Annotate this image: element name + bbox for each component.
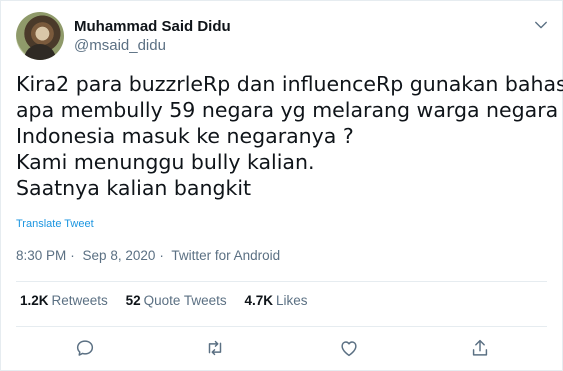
meta-separator: ·: [70, 248, 75, 263]
author-handle[interactable]: @msaid_didu: [74, 37, 166, 54]
quote-tweets-stat[interactable]: 52 Quote Tweets: [126, 293, 227, 308]
retweets-stat[interactable]: 1.2K Retweets: [20, 293, 108, 308]
likes-stat[interactable]: 4.7K Likes: [244, 293, 307, 308]
tweet-line: Kira2 para buzzrleRp dan influenceRp gun…: [16, 72, 563, 96]
action-bar: [1, 337, 563, 361]
meta-separator: ·: [159, 248, 164, 263]
likes-count: 4.7K: [244, 293, 273, 308]
reply-icon[interactable]: [74, 337, 96, 359]
quote-tweets-count: 52: [125, 293, 141, 308]
divider: [16, 326, 547, 327]
divider: [16, 281, 547, 282]
share-icon[interactable]: [469, 337, 491, 359]
tweet-stats: 1.2K Retweets 52 Quote Tweets 4.7K Likes: [20, 293, 321, 308]
tweet-text: Kira2 para buzzrleRp dan influenceRp gun…: [16, 71, 563, 201]
translate-tweet-link[interactable]: Translate Tweet: [16, 218, 94, 230]
tweet-line: Kami menunggu bully kalian.: [16, 150, 315, 174]
tweet-line: apa membully 59 negara yg melarang warga…: [16, 98, 559, 122]
avatar[interactable]: [16, 12, 64, 60]
tweet-meta: 8:30 PM · Sep 8, 2020 · Twitter for Androi…: [16, 248, 284, 263]
chevron-down-icon[interactable]: [532, 16, 550, 34]
author-name[interactable]: Muhammad Said Didu: [74, 18, 231, 35]
retweets-label: Retweets: [51, 293, 108, 308]
quote-tweets-label: Quote Tweets: [143, 293, 227, 308]
tweet-date[interactable]: Sep 8, 2020: [83, 248, 156, 263]
retweet-icon[interactable]: [204, 337, 226, 359]
tweet-source[interactable]: Twitter for Android: [171, 248, 280, 263]
tweet-line: Indonesia masuk ke negaranya ?: [16, 124, 354, 148]
likes-label: Likes: [275, 293, 308, 308]
tweet-card: Muhammad Said Didu @msaid_didu Kira2 par…: [0, 0, 563, 371]
heart-icon[interactable]: [338, 337, 360, 359]
retweets-count: 1.2K: [20, 293, 49, 308]
tweet-line: Saatnya kalian bangkit: [16, 176, 252, 200]
tweet-time[interactable]: 8:30 PM: [16, 248, 66, 263]
